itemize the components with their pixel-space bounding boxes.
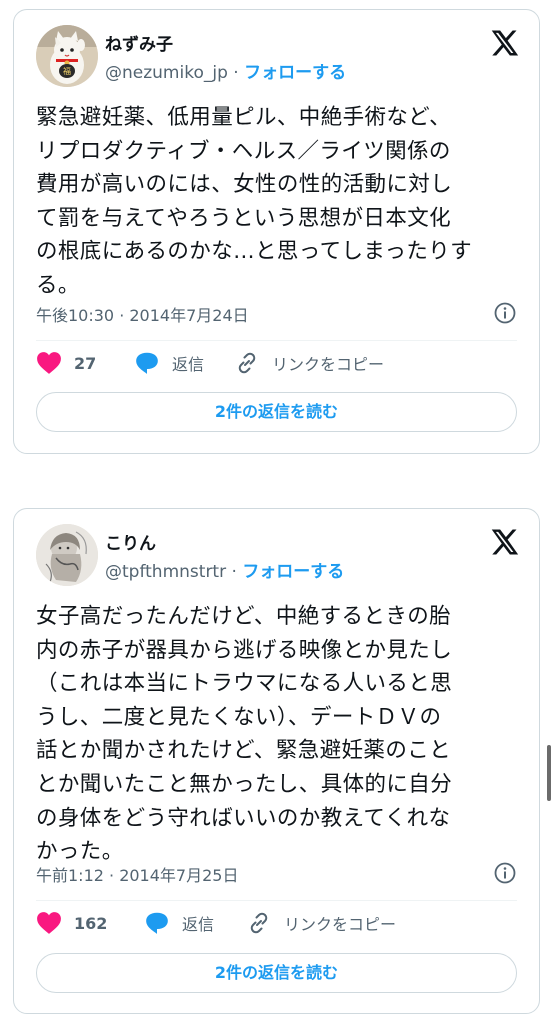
svg-text:福: 福 [63, 67, 71, 76]
reply-label: 返信 [172, 355, 205, 374]
reply-action[interactable]: 返信 [134, 351, 204, 375]
like-count: 162 [74, 913, 108, 933]
like-action[interactable]: 27 [36, 351, 96, 375]
user-handle[interactable]: @tpfthmnstrtr [105, 562, 226, 582]
avatar[interactable]: 福 [36, 25, 98, 87]
like-count: 27 [74, 353, 97, 373]
copy-link-label: リンクをコピー [272, 355, 385, 374]
separator-dot: · [227, 63, 245, 83]
reply-action[interactable]: 返信 [144, 911, 214, 935]
follow-button[interactable]: フォローする [242, 562, 344, 582]
tweet-card[interactable]: 福 ねずみ子 @nezumiko_jp · フォローする 緊急避妊薬、低用量ピル… [13, 9, 540, 454]
user-handle[interactable]: @nezumiko_jp [105, 63, 228, 83]
copy-link-action[interactable]: リンクをコピー [234, 351, 384, 375]
scrollbar[interactable] [547, 745, 551, 801]
read-replies-button[interactable]: 2件の返信を読む [36, 953, 517, 993]
divider [36, 900, 517, 901]
link-icon [250, 912, 268, 934]
display-name[interactable]: こりん [105, 529, 156, 554]
action-bar: 27 返信 リンクをコピー [36, 351, 517, 381]
handle-row: @nezumiko_jp · フォローする [105, 58, 346, 83]
read-replies-button[interactable]: 2件の返信を読む [36, 392, 517, 432]
info-icon[interactable] [493, 301, 517, 325]
x-logo-icon[interactable] [489, 28, 519, 58]
timestamp[interactable]: 午後10:30 · 2014年7月24日 [36, 302, 249, 326]
tweet-text: 緊急避妊薬、低用量ピル、中絶手術など、 リプロダクティブ・ヘルス／ライツ関係の … [36, 105, 473, 298]
heart-icon [37, 352, 61, 374]
reply-label: 返信 [182, 915, 215, 934]
display-name[interactable]: ねずみ子 [105, 30, 173, 55]
illustration-avatar-image [36, 524, 98, 586]
tweet-text: 女子高だったんだけど、中絶するときの胎 内の赤子が器具から逃げる映像とか見たし … [36, 604, 453, 865]
reply-bubble-icon [146, 912, 168, 934]
action-bar: 162 返信 リンクをコピー [36, 911, 517, 941]
link-icon [238, 352, 256, 374]
avatar[interactable] [36, 524, 98, 586]
like-action[interactable]: 162 [36, 911, 107, 935]
copy-link-action[interactable]: リンクをコピー [246, 911, 396, 935]
handle-row: @tpfthmnstrtr · フォローする [105, 557, 344, 582]
maneki-neko-avatar-image: 福 [36, 25, 98, 87]
x-logo-icon[interactable] [489, 527, 519, 557]
timestamp[interactable]: 午前1:12 · 2014年7月25日 [36, 862, 238, 886]
follow-button[interactable]: フォローする [244, 63, 346, 83]
copy-link-label: リンクをコピー [284, 915, 397, 934]
separator-dot: · [226, 562, 243, 582]
heart-icon [37, 912, 61, 934]
info-icon[interactable] [493, 861, 517, 885]
reply-bubble-icon [136, 352, 158, 374]
tweet-card[interactable]: こりん @tpfthmnstrtr · フォローする 女子高だったんだけど、中絶… [13, 508, 540, 1014]
divider [36, 340, 517, 341]
